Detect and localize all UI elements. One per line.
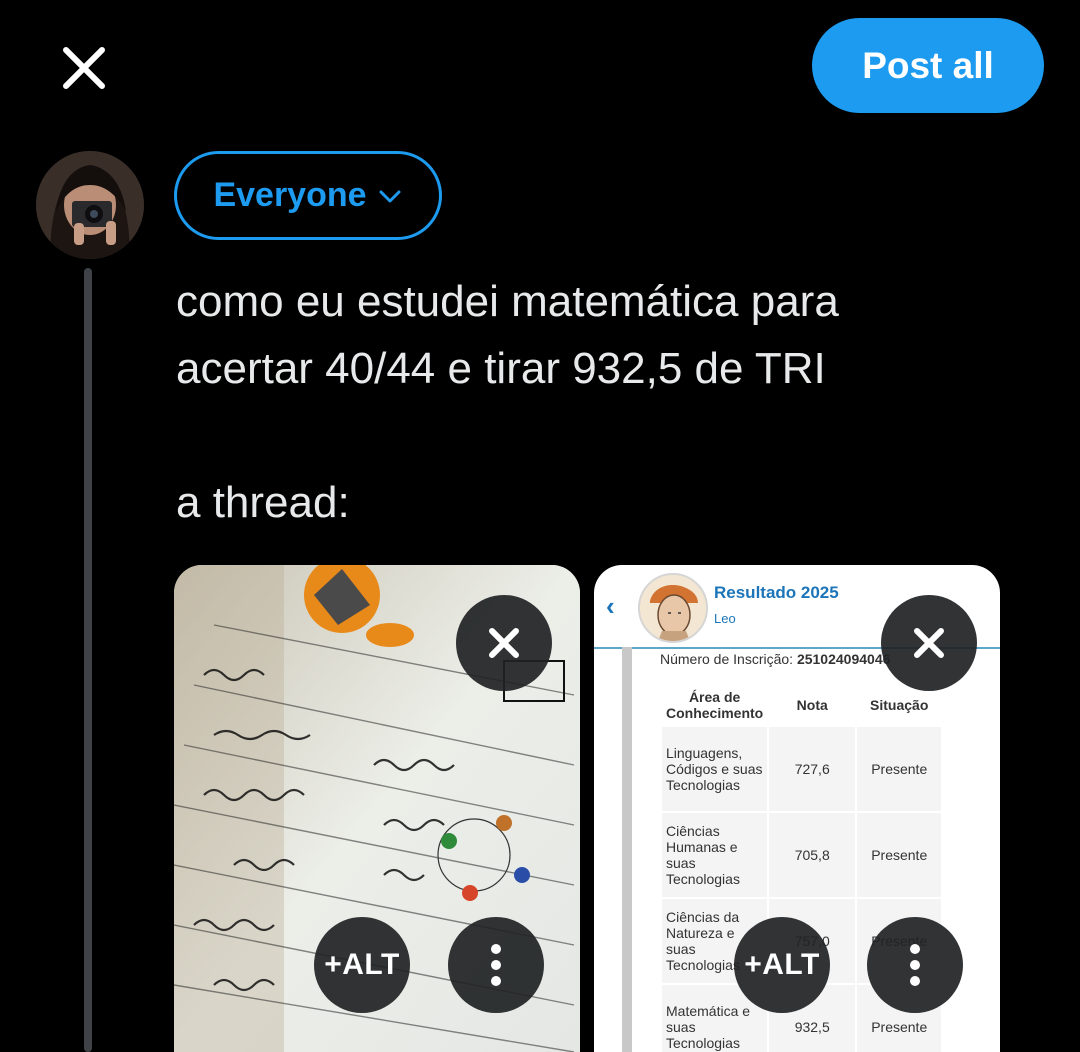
results-name: Leo: [714, 611, 736, 626]
close-icon: [489, 628, 519, 658]
tweet-text-input[interactable]: como eu estudei matemática para acertar …: [176, 268, 1036, 536]
media-2-more-button[interactable]: [867, 917, 963, 1013]
media-attachment-2[interactable]: ‹ Resultado 2025 Leo Número de Inscrição…: [594, 565, 1000, 1052]
close-icon: [914, 628, 944, 658]
area-cell: Linguagens, Códigos e suas Tecnologias: [662, 727, 768, 811]
inscricao-line: Número de Inscrição: 251024094046: [660, 651, 891, 667]
situacao-cell: Presente: [857, 813, 942, 897]
avatar-image: [36, 151, 144, 259]
add-alt-text-1-button[interactable]: +ALT: [314, 917, 410, 1013]
post-all-button[interactable]: Post all: [812, 18, 1044, 113]
nota-cell: 727,6: [769, 727, 856, 811]
audience-selector[interactable]: Everyone: [174, 151, 442, 240]
table-row: Linguagens, Códigos e suas Tecnologias 7…: [662, 727, 942, 811]
alt-label: +ALT: [324, 948, 400, 981]
back-chevron-icon: ‹: [606, 591, 615, 621]
alt-label: +ALT: [744, 948, 820, 981]
column-header: Área de Conhecimento: [666, 689, 764, 721]
thread-line: [84, 268, 92, 1052]
area-cell: Ciências Humanas e suas Tecnologias: [662, 813, 768, 897]
table-row: Ciências Humanas e suas Tecnologias 705,…: [662, 813, 942, 897]
profile-photo: [638, 573, 708, 643]
column-header: Nota: [796, 697, 828, 713]
add-alt-text-2-button[interactable]: +ALT: [734, 917, 830, 1013]
audience-label: Everyone: [213, 176, 367, 214]
situacao-cell: Presente: [857, 727, 942, 811]
media-1-more-button[interactable]: [448, 917, 544, 1013]
more-vertical-icon: [910, 944, 920, 986]
close-button[interactable]: [56, 40, 112, 96]
column-header: Situação: [870, 697, 929, 713]
results-side-bar: [622, 647, 632, 1052]
avatar[interactable]: [36, 151, 144, 259]
more-vertical-icon: [491, 944, 501, 986]
remove-media-1-button[interactable]: [456, 595, 552, 691]
close-icon: [63, 47, 105, 89]
chevron-down-icon: [379, 190, 401, 202]
remove-media-2-button[interactable]: [881, 595, 977, 691]
results-title: Resultado 2025: [714, 583, 839, 602]
nota-cell: 705,8: [769, 813, 856, 897]
media-attachment-1[interactable]: +ALT: [174, 565, 580, 1052]
